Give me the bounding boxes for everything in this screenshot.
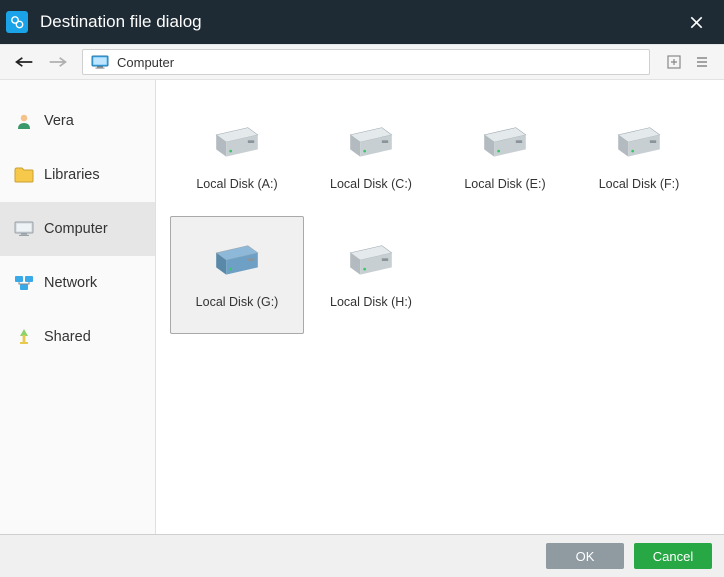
disk-label: Local Disk (A:) (196, 177, 277, 191)
forward-button[interactable] (44, 48, 72, 76)
disk-label: Local Disk (F:) (599, 177, 680, 191)
sidebar-item-label: Shared (44, 329, 91, 345)
disk-item[interactable]: Local Disk (G:) (170, 216, 304, 334)
sidebar-item-label: Libraries (44, 167, 100, 183)
sidebar-item-computer[interactable]: Computer (0, 202, 155, 256)
computer-icon (14, 219, 34, 239)
drive-icon (611, 124, 667, 165)
disk-grid: Local Disk (A:) Local Disk (C:) Local Disk… (170, 98, 710, 334)
path-bar[interactable]: Computer (82, 49, 650, 75)
sidebar-item-vera[interactable]: Vera (0, 94, 155, 148)
sidebar: Vera Libraries Computer Network Shared (0, 80, 156, 534)
disk-item[interactable]: Local Disk (F:) (572, 98, 706, 216)
sidebar-item-libraries[interactable]: Libraries (0, 148, 155, 202)
close-button[interactable] (676, 0, 716, 44)
disk-item[interactable]: Local Disk (C:) (304, 98, 438, 216)
content-pane: Local Disk (A:) Local Disk (C:) Local Disk… (156, 80, 724, 534)
disk-item[interactable]: Local Disk (A:) (170, 98, 304, 216)
back-button[interactable] (10, 48, 38, 76)
drive-icon (343, 124, 399, 165)
sidebar-item-label: Vera (44, 113, 74, 129)
view-list-button[interactable] (690, 50, 714, 74)
disk-label: Local Disk (H:) (330, 295, 412, 309)
drive-icon (477, 124, 533, 165)
sidebar-item-label: Network (44, 275, 97, 291)
user-icon (14, 111, 34, 131)
disk-item[interactable]: Local Disk (E:) (438, 98, 572, 216)
path-text: Computer (117, 55, 174, 70)
network-icon (14, 273, 34, 293)
ok-button[interactable]: OK (546, 543, 624, 569)
disk-label: Local Disk (E:) (464, 177, 545, 191)
disk-label: Local Disk (C:) (330, 177, 412, 191)
app-icon (6, 11, 28, 33)
disk-item[interactable]: Local Disk (H:) (304, 216, 438, 334)
sidebar-item-network[interactable]: Network (0, 256, 155, 310)
cancel-button[interactable]: Cancel (634, 543, 712, 569)
drive-icon (209, 242, 265, 283)
main-area: Vera Libraries Computer Network Shared Local… (0, 80, 724, 535)
sidebar-item-label: Computer (44, 221, 108, 237)
toolbar: Computer (0, 44, 724, 80)
disk-label: Local Disk (G:) (196, 295, 279, 309)
window-title: Destination file dialog (40, 12, 676, 32)
new-folder-button[interactable] (662, 50, 686, 74)
computer-icon (91, 55, 109, 69)
drive-icon (343, 242, 399, 283)
sidebar-item-shared[interactable]: Shared (0, 310, 155, 364)
drive-icon (209, 124, 265, 165)
footer: OK Cancel (0, 535, 724, 577)
folder-icon (14, 165, 34, 185)
shared-icon (14, 327, 34, 347)
title-bar: Destination file dialog (0, 0, 724, 44)
